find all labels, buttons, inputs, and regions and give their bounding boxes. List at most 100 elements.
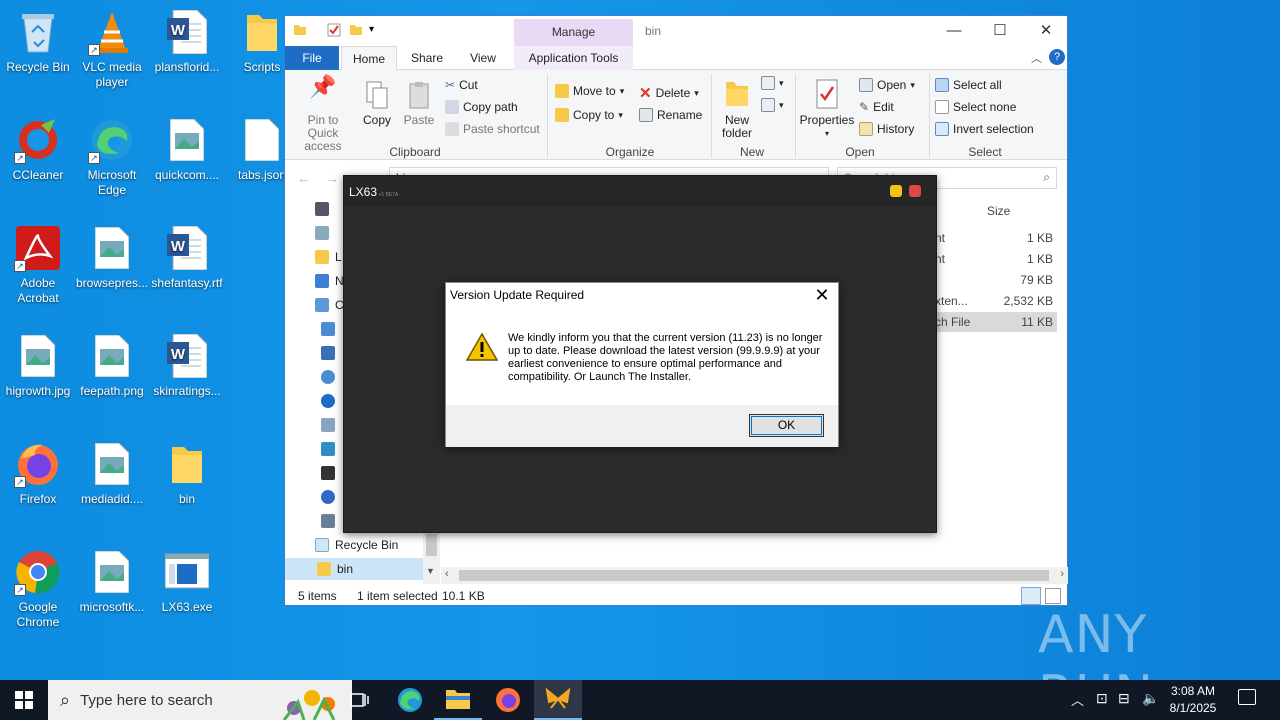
history-button[interactable]: History — [859, 122, 914, 136]
help-icon[interactable]: ? — [1049, 49, 1065, 65]
taskbar-file-explorer-button[interactable] — [434, 680, 482, 720]
desktop-icon-plansflorid[interactable]: W plansflorid... — [149, 8, 225, 75]
desktop-icon-skinratings[interactable]: W skinratings... — [149, 332, 225, 399]
videos-icon — [315, 202, 329, 216]
new-folder-icon[interactable] — [349, 23, 363, 37]
manage-context-tab[interactable]: Manage — [514, 19, 633, 46]
desktop-icon-shefantasy[interactable]: W shefantasy.rtf — [149, 224, 225, 291]
desktop-icon-label: CCleaner — [12, 168, 64, 182]
delete-button[interactable]: ✕ Delete ▾ — [639, 84, 699, 102]
ethernet-icon[interactable]: ⊟ — [1118, 690, 1130, 707]
start-button[interactable] — [0, 680, 48, 720]
back-arrow-icon[interactable]: ← — [297, 170, 311, 186]
desktop-icon-label: shefantasy.rtf — [151, 276, 223, 290]
open-button[interactable]: Open ▾ — [859, 78, 915, 92]
copy-button[interactable]: Copy — [359, 80, 395, 127]
large-icons-view-icon[interactable] — [1045, 588, 1061, 604]
task-view-button[interactable] — [336, 680, 384, 720]
desktop-icon-vlc[interactable]: ↗ VLC media player — [74, 8, 150, 90]
table-row-selected[interactable]: ch File 11 KB — [929, 312, 1057, 332]
horizontal-scrollbar[interactable]: ‹ › — [441, 567, 1068, 584]
explorer-titlebar[interactable]: ▾ Manage bin — ☐ ✕ — [285, 16, 1067, 46]
taskbar-firefox-button[interactable] — [484, 680, 532, 720]
desktop-icon-quickcom[interactable]: quickcom.... — [149, 116, 225, 183]
move-to-button[interactable]: Move to ▾ — [555, 84, 624, 98]
tab-application-tools[interactable]: Application Tools — [514, 46, 633, 70]
copy-to-button[interactable]: Copy to ▾ — [555, 108, 623, 122]
desktop-icon-edge[interactable]: ↗ Microsoft Edge — [74, 116, 150, 198]
tab-file[interactable]: File — [285, 46, 339, 70]
minimize-button[interactable]: — — [931, 16, 977, 46]
maximize-button[interactable]: ☐ — [977, 16, 1023, 46]
select-none-button[interactable]: Select none — [935, 100, 1016, 114]
rename-button[interactable]: Rename — [639, 108, 702, 122]
scrollbar-thumb[interactable] — [459, 570, 1049, 581]
copy-path-button[interactable]: Copy path — [445, 100, 518, 114]
lx63-title-text: LX63 — [349, 185, 378, 199]
lx63-minimize-button[interactable] — [890, 185, 902, 197]
scrollbar-thumb[interactable] — [426, 534, 437, 556]
ok-button[interactable]: OK — [749, 414, 824, 437]
desktop-icon-label: plansflorid... — [154, 60, 220, 74]
chevron-down-icon[interactable]: ▾ — [369, 24, 383, 38]
desktop-icon-browsepres[interactable]: browsepres... — [74, 224, 150, 291]
desktop-icon-google-chrome[interactable]: ↗ Google Chrome — [0, 548, 76, 630]
chevron-down-icon[interactable]: ▼ — [426, 566, 435, 576]
tab-home[interactable]: Home — [341, 46, 397, 70]
dialog-message: We kindly inform you that the current ve… — [508, 332, 823, 383]
drive-icon — [315, 226, 329, 240]
notifications-icon[interactable] — [1238, 689, 1256, 705]
desktop-icon-microsoftk[interactable]: microsoftk... — [74, 548, 150, 615]
desktop-icon-lx63-exe[interactable]: LX63.exe — [149, 548, 225, 615]
paste-shortcut-button[interactable]: Paste shortcut — [445, 122, 540, 136]
volume-icon[interactable]: 🔈 — [1142, 690, 1159, 707]
desktop-icon-ccleaner[interactable]: ↗ CCleaner — [0, 116, 76, 183]
desktop-icon-feepath[interactable]: feepath.png — [74, 332, 150, 399]
invert-selection-icon — [935, 122, 949, 136]
properties-button[interactable]: Properties ▾ — [799, 78, 855, 140]
close-button[interactable]: ✕ — [1023, 16, 1069, 46]
taskbar-search-box[interactable]: ⌕ Type here to search — [48, 680, 352, 720]
nav-item-bin[interactable]: bin — [285, 558, 423, 580]
image-file-icon — [88, 548, 136, 596]
invert-selection-button[interactable]: Invert selection — [935, 122, 1034, 136]
desktop-icon-mediadid[interactable]: mediadid.... — [74, 440, 150, 507]
properties-icon[interactable] — [327, 23, 341, 37]
chevron-right-icon[interactable]: › — [1060, 568, 1064, 580]
taskbar-clock[interactable]: 3:08 AM 8/1/2025 — [1163, 683, 1223, 717]
version-update-dialog[interactable]: Version Update Required ✕ We kindly info… — [445, 282, 839, 447]
new-folder-button[interactable]: New folder — [717, 78, 757, 140]
tab-view[interactable]: View — [455, 46, 511, 70]
desktop-icon-firefox[interactable]: ↗ Firefox — [0, 440, 76, 507]
new-item-button[interactable]: ▾ — [761, 76, 784, 90]
new-item-icon — [761, 76, 775, 90]
desktop-icon-label: higrowth.jpg — [5, 384, 71, 398]
tab-share[interactable]: Share — [399, 46, 455, 70]
details-view-icon[interactable] — [1021, 587, 1041, 605]
cut-button[interactable]: ✂ Cut — [445, 78, 478, 92]
paste-button[interactable]: Paste — [401, 80, 437, 127]
copy-icon — [359, 80, 395, 114]
desktop-icon-adobe-acrobat[interactable]: ↗ Adobe Acrobat — [0, 224, 76, 306]
image-file-icon — [14, 332, 62, 380]
column-header-size[interactable]: Size — [987, 204, 1010, 218]
collapse-ribbon-icon[interactable]: ︿ — [1031, 50, 1042, 66]
lx63-titlebar[interactable]: LX63 v1 BETA — [344, 176, 936, 206]
taskbar-edge-button[interactable] — [386, 680, 434, 720]
desktop-icon-higrowth[interactable]: higrowth.jpg — [0, 332, 76, 399]
network-tray-icon[interactable]: ⊡ — [1096, 690, 1108, 707]
chevron-left-icon[interactable]: ‹ — [445, 568, 449, 580]
nav-item-recycle-bin[interactable]: Recycle Bin — [315, 534, 435, 556]
pin-to-quick-access-button[interactable]: 📌 Pin to Quick access — [291, 76, 355, 153]
taskbar-lx63-button[interactable] — [534, 680, 582, 720]
easy-access-button[interactable]: ▾ — [761, 98, 784, 112]
forward-arrow-icon[interactable]: → — [325, 170, 339, 186]
desktop-icon-recycle-bin[interactable]: Recycle Bin — [0, 8, 76, 75]
edit-button[interactable]: ✎ Edit — [859, 100, 894, 114]
lx63-close-button[interactable] — [909, 185, 921, 197]
chevron-up-icon[interactable]: ︿ — [1071, 690, 1084, 709]
dialog-close-button[interactable]: ✕ — [812, 285, 832, 306]
chevron-down-icon: ▾ — [618, 109, 623, 120]
desktop-icon-bin[interactable]: bin — [149, 440, 225, 507]
select-all-button[interactable]: Select all — [935, 78, 1002, 92]
